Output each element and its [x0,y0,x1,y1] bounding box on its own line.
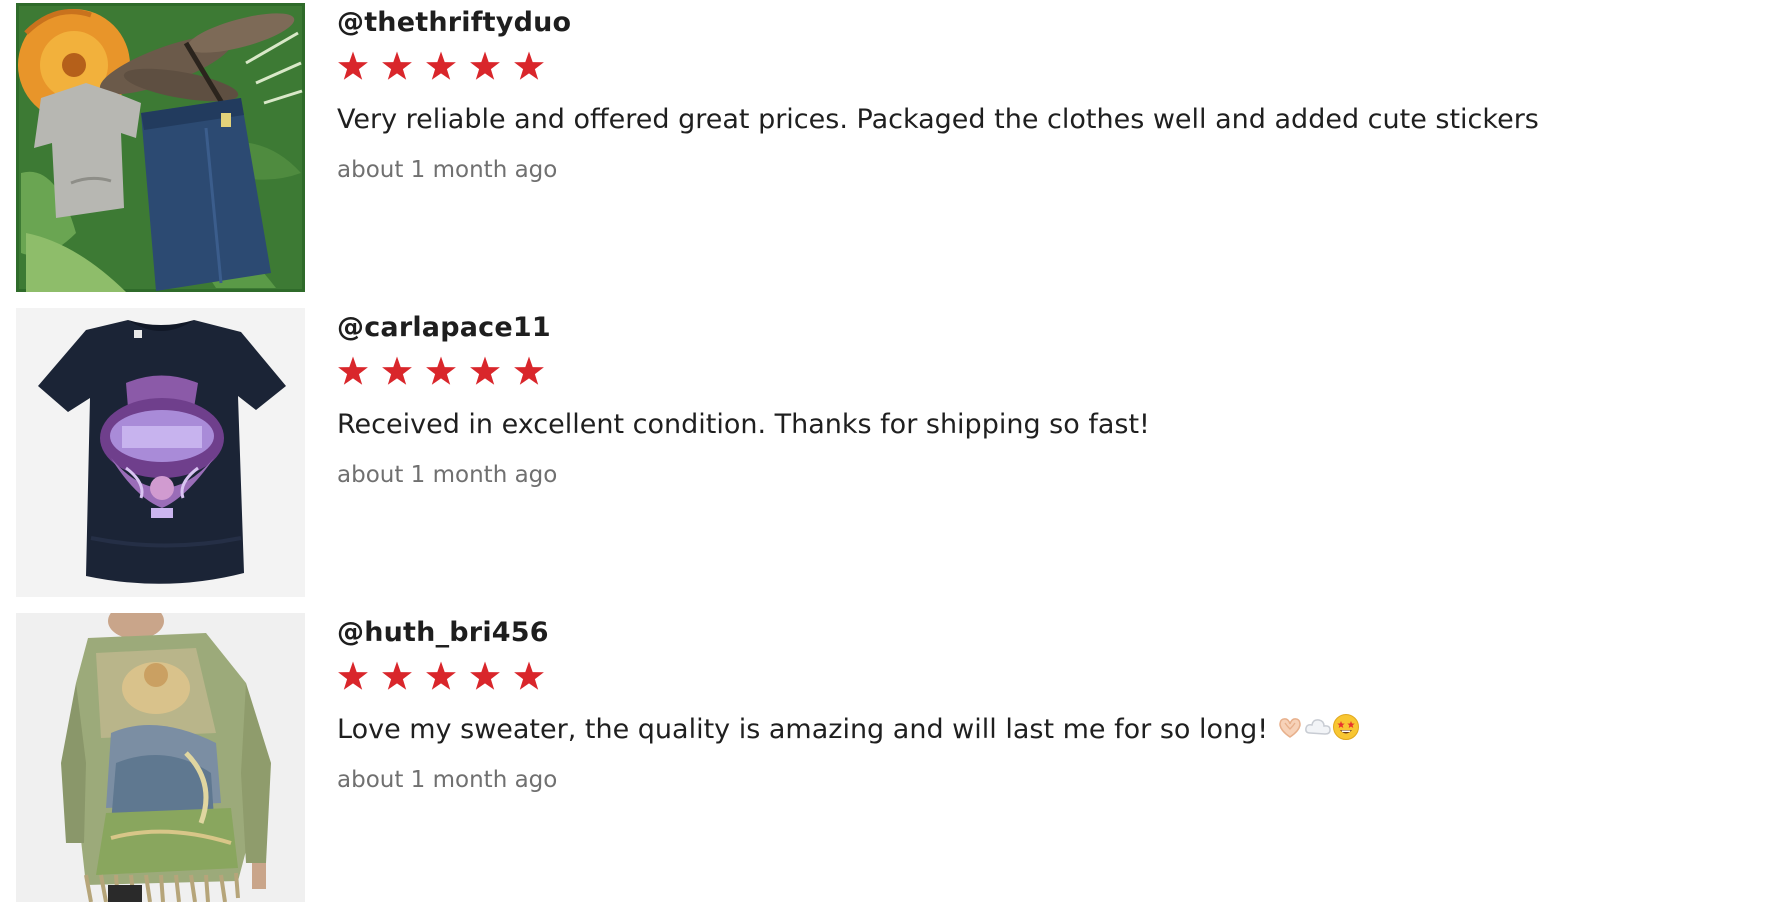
star-icon [425,660,457,692]
review-item: @thethriftyduo Very reliable and offered… [16,3,1756,308]
review-text-row: Love my sweater, the quality is amazing … [337,712,1756,748]
review-body: @carlapace11 Received in excellent condi… [337,310,1756,490]
star-icon [513,50,545,82]
star-icon [381,660,413,692]
review-emojis [1276,713,1360,741]
review-text: Very reliable and offered great prices. … [337,104,1539,135]
review-body: @thethriftyduo Very reliable and offered… [337,5,1756,185]
review-thumbnail[interactable] [16,308,305,597]
review-text: Received in excellent condition. Thanks … [337,409,1150,440]
reviewer-username[interactable]: @carlapace11 [337,310,1756,346]
star-rating [337,50,1756,82]
review-thumbnail[interactable] [16,613,305,902]
star-icon [469,660,501,692]
star-rating [337,660,1756,692]
reviewer-username[interactable]: @huth_bri456 [337,615,1756,651]
reviewer-username[interactable]: @thethriftyduo [337,5,1756,41]
star-icon [513,355,545,387]
star-icon [469,50,501,82]
star-icon [425,355,457,387]
clothing-collage-image [16,3,305,292]
star-icon [337,50,369,82]
star-icon [513,660,545,692]
star-icon [469,355,501,387]
star-icon [381,355,413,387]
review-item: @carlapace11 Received in excellent condi… [16,308,1756,613]
review-item: @huth_bri456 Love my sweater, the qualit… [16,613,1756,918]
review-timestamp: about 1 month ago [337,767,558,793]
tapestry-sweater-image [16,613,305,902]
reviews-list: @thethriftyduo Very reliable and offered… [16,3,1756,918]
review-body: @huth_bri456 Love my sweater, the qualit… [337,615,1756,795]
review-text: Love my sweater, the quality is amazing … [337,714,1269,745]
star-struck-emoji-icon [1332,713,1360,741]
review-timestamp: about 1 month ago [337,462,558,488]
cloud-emoji-icon [1304,713,1332,741]
heart-hands-emoji-icon [1276,713,1304,741]
star-rating [337,355,1756,387]
star-icon [425,50,457,82]
star-icon [337,355,369,387]
review-thumbnail[interactable] [16,3,305,292]
navy-tshirt-image [16,308,305,597]
review-timestamp: about 1 month ago [337,157,558,183]
star-icon [337,660,369,692]
star-icon [381,50,413,82]
